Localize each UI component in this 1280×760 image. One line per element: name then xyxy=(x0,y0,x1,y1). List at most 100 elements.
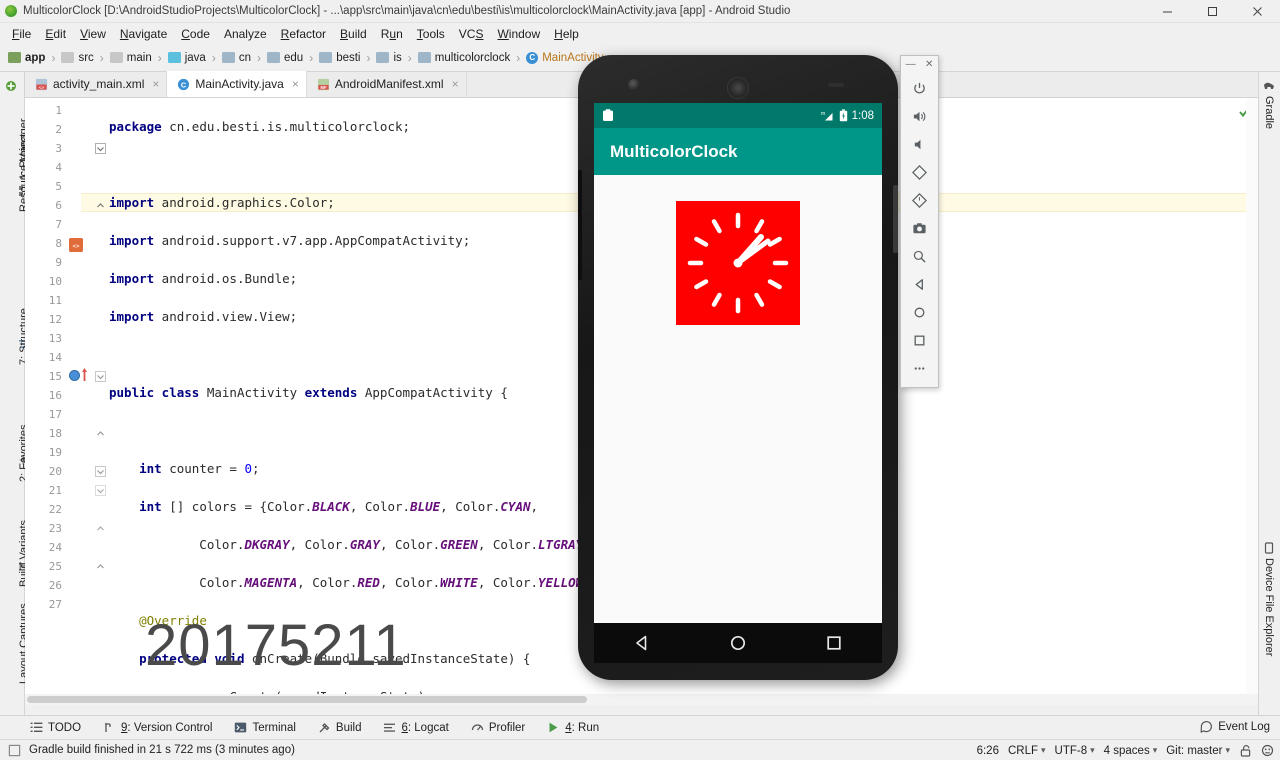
folder-icon xyxy=(61,52,75,63)
fold-region-if-end[interactable] xyxy=(95,523,106,534)
device-status-bar: m 1:08 xyxy=(594,103,882,128)
tool-window-build[interactable]: Build xyxy=(318,721,361,734)
editor-gutter[interactable]: 1 2 3 4 5 6 7 8 9 10 11 12 13 14 15 16 1… xyxy=(25,98,87,694)
menu-edit[interactable]: Edit xyxy=(38,25,73,43)
tool-window-logcat[interactable]: 6: Logcat xyxy=(383,721,449,734)
home-icon[interactable] xyxy=(906,298,934,326)
breadcrumb-item-edu[interactable]: edu xyxy=(267,52,303,64)
menu-navigate[interactable]: Navigate xyxy=(113,25,174,43)
svg-text:<>: <> xyxy=(39,85,45,90)
emulator-window[interactable]: m 1:08 MulticolorClock xyxy=(578,55,898,680)
home-button[interactable] xyxy=(729,634,747,652)
back-icon[interactable] xyxy=(906,270,934,298)
caret-position[interactable]: 6:26 xyxy=(977,745,999,757)
menu-file[interactable]: File xyxy=(5,25,38,43)
breadcrumb-separator: › xyxy=(516,50,521,65)
tool-window-todo[interactable]: TODO xyxy=(30,721,81,734)
power-icon[interactable] xyxy=(906,74,934,102)
sidebar-item-device-file-explorer[interactable]: Device File Explorer xyxy=(1263,542,1275,656)
menu-help[interactable]: Help xyxy=(547,25,586,43)
analog-clock-widget[interactable] xyxy=(676,201,800,325)
scrollbar-thumb[interactable] xyxy=(27,696,587,703)
menu-analyze[interactable]: Analyze xyxy=(217,25,274,43)
fold-region-changecolor[interactable] xyxy=(95,466,106,477)
encoding-selector[interactable]: UTF-8 ▾ xyxy=(1055,745,1095,757)
indent-selector[interactable]: 4 spaces ▾ xyxy=(1104,745,1158,757)
device-power-button[interactable] xyxy=(893,185,898,253)
breadcrumb-item-app[interactable]: app xyxy=(8,52,45,64)
line-number: 6 xyxy=(55,199,62,212)
volume-down-icon[interactable] xyxy=(906,130,934,158)
line-number: 21 xyxy=(48,484,62,497)
more-icon[interactable] xyxy=(906,354,934,382)
breadcrumb-item-is[interactable]: is xyxy=(376,52,402,64)
rotate-right-icon[interactable] xyxy=(906,186,934,214)
breadcrumb-separator: › xyxy=(51,50,56,65)
recents-button[interactable] xyxy=(825,634,843,652)
menu-vcs[interactable]: VCS xyxy=(452,25,491,43)
back-button[interactable] xyxy=(633,634,651,652)
fold-region-imports[interactable] xyxy=(95,143,106,154)
breadcrumb-item-cn[interactable]: cn xyxy=(221,52,251,64)
breadcrumb-item-main[interactable]: main xyxy=(109,52,152,64)
breadcrumb-item-java[interactable]: java xyxy=(167,52,206,64)
menu-run[interactable]: Run xyxy=(374,25,410,43)
device-screen[interactable]: m 1:08 MulticolorClock xyxy=(594,103,882,623)
app-bar-title: MulticolorClock xyxy=(610,141,738,161)
editor-tab-activity-main-xml[interactable]: <> activity_main.xml × xyxy=(25,71,168,97)
menu-view[interactable]: View xyxy=(73,25,113,43)
fold-region-imports-end[interactable] xyxy=(95,200,106,211)
menu-build[interactable]: Build xyxy=(333,25,374,43)
breadcrumb-item-besti[interactable]: besti xyxy=(319,52,360,64)
breadcrumb-item-multicolorclock[interactable]: multicolorclock xyxy=(417,52,510,64)
volume-up-icon[interactable] xyxy=(906,102,934,130)
line-number: 3 xyxy=(55,142,62,155)
tool-window-terminal[interactable]: Terminal xyxy=(234,721,296,734)
close-icon[interactable]: × xyxy=(452,77,459,91)
gradle-elephant-icon xyxy=(1264,82,1274,89)
menu-code[interactable]: Code xyxy=(174,25,217,43)
fold-region-oncreate[interactable] xyxy=(95,371,106,382)
menu-tools[interactable]: Tools xyxy=(410,25,452,43)
editor-horizontal-scrollbar[interactable] xyxy=(25,694,1258,705)
emulator-minimize-button[interactable]: — xyxy=(906,60,916,70)
left-tool-window-bar: 1: Project Resource Manager 7: Structure… xyxy=(0,72,30,715)
editor-vertical-scrollbar[interactable] xyxy=(1246,98,1258,694)
tool-window-version-control[interactable]: 9: Version Control xyxy=(103,721,212,734)
fold-region-if[interactable] xyxy=(95,485,106,496)
class-gutter-icon[interactable]: <> xyxy=(69,238,83,252)
minimize-button[interactable] xyxy=(1145,0,1190,23)
event-log-button[interactable]: Event Log xyxy=(1200,715,1270,739)
code-folding-column[interactable] xyxy=(95,98,107,694)
svg-text:MF: MF xyxy=(320,84,326,89)
device-navigation-bar xyxy=(594,623,882,663)
close-icon[interactable]: × xyxy=(292,77,299,91)
line-separator-selector[interactable]: CRLF ▾ xyxy=(1008,745,1046,757)
rotate-left-icon[interactable] xyxy=(906,158,934,186)
overview-icon[interactable] xyxy=(906,326,934,354)
tool-window-profiler[interactable]: Profiler xyxy=(471,721,525,734)
tool-window-run[interactable]: 4: Run xyxy=(547,721,599,734)
unlocked-icon[interactable] xyxy=(1239,744,1252,757)
fold-region-oncreate-end[interactable] xyxy=(95,428,106,439)
sidebar-item-gradle[interactable]: Gradle xyxy=(1263,80,1275,129)
breadcrumb-item-src[interactable]: src xyxy=(61,52,94,64)
breakpoint-marker[interactable] xyxy=(69,370,80,381)
xml-layout-icon: <> xyxy=(35,78,48,90)
emulator-close-button[interactable]: ✕ xyxy=(925,60,933,70)
menu-window[interactable]: Window xyxy=(490,25,547,43)
profiler-icon xyxy=(471,724,483,731)
front-camera-icon xyxy=(628,79,640,91)
zoom-icon[interactable] xyxy=(906,242,934,270)
inspector-icon[interactable] xyxy=(1261,744,1274,757)
editor-tab-androidmanifest-xml[interactable]: MF AndroidManifest.xml × xyxy=(307,71,467,97)
maximize-button[interactable] xyxy=(1190,0,1235,23)
git-branch-selector[interactable]: Git: master ▾ xyxy=(1166,745,1230,757)
fold-region-changecolor-end[interactable] xyxy=(95,561,106,572)
menu-refactor[interactable]: Refactor xyxy=(274,25,333,43)
screenshot-icon[interactable] xyxy=(906,214,934,242)
editor-tab-mainactivity-java[interactable]: C MainActivity.java × xyxy=(167,71,307,97)
close-button[interactable] xyxy=(1235,0,1280,23)
status-bar-right: m 1:08 xyxy=(820,109,874,122)
close-icon[interactable]: × xyxy=(152,77,159,91)
